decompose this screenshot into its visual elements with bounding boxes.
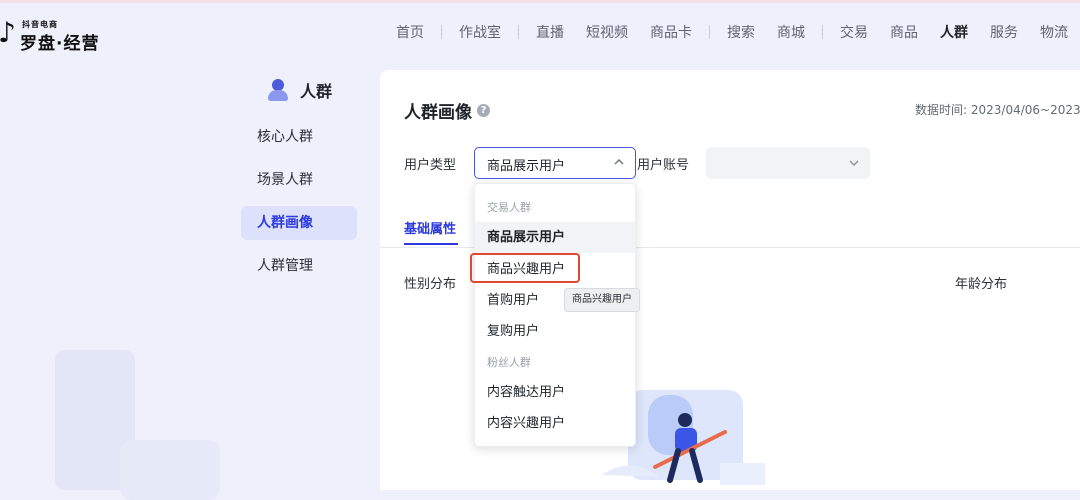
dropdown-option-content-reach-users[interactable]: 内容触达用户 (475, 377, 635, 408)
active-tab-indicator (404, 243, 458, 245)
sidebar-item-audience-management[interactable]: 人群管理 (241, 249, 357, 283)
nav-audience[interactable]: 人群 (929, 22, 979, 42)
gender-distribution-heading: 性别分布 (404, 277, 457, 292)
page-title-text: 人群画像 (404, 103, 472, 123)
person-icon (268, 79, 288, 101)
dropdown-group-fan-audience: 粉丝人群 (487, 356, 531, 369)
dropdown-option-product-exposure-users[interactable]: 商品展示用户 (475, 222, 635, 253)
nav-war-room[interactable]: 作战室 (448, 22, 512, 42)
nav-search[interactable]: 搜索 (716, 22, 766, 42)
user-account-select[interactable] (706, 147, 870, 179)
nav-divider (441, 24, 442, 39)
age-distribution-heading: 年龄分布 (955, 277, 1008, 292)
chevron-down-icon (849, 160, 859, 166)
nav-divider (822, 24, 823, 39)
nav-logistics[interactable]: 物流 (1029, 22, 1079, 42)
nav-trade[interactable]: 交易 (829, 22, 879, 42)
top-navigation-bar: ♪ 抖音电商 罗盘·经营 首页 作战室 直播 短视频 商品卡 搜索 商城 交易 … (0, 3, 1080, 60)
user-account-label: 用户账号 (637, 158, 690, 173)
annotation-highlight-box (470, 253, 580, 283)
page-title: 人群画像 ? (404, 98, 490, 123)
data-time: 数据时间: 2023/04/06~2023/ (915, 103, 1080, 117)
tab-basic-attributes[interactable]: 基础属性 (404, 218, 456, 237)
dropdown-option-repurchase-users[interactable]: 复购用户 (475, 316, 635, 347)
sidebar-title-text: 人群 (300, 82, 333, 101)
nav-service[interactable]: 服务 (979, 22, 1029, 42)
sidebar-item-scene-audience[interactable]: 场景人群 (241, 163, 357, 197)
logo[interactable]: ♪ 抖音电商 罗盘·经营 (0, 16, 110, 55)
nav-products[interactable]: 商品 (879, 22, 929, 42)
main-nav: 首页 作战室 直播 短视频 商品卡 搜索 商城 交易 商品 人群 服务 物流 (385, 3, 1079, 60)
dropdown-option-content-interest-users[interactable]: 内容兴趣用户 (475, 408, 635, 439)
user-type-label: 用户类型 (404, 158, 457, 173)
help-icon[interactable]: ? (477, 104, 490, 117)
option-tooltip: 商品兴趣用户 (564, 288, 640, 312)
user-type-select[interactable]: 商品展示用户 (474, 147, 636, 179)
chevron-up-icon (614, 159, 624, 165)
sidebar-item-core-audience[interactable]: 核心人群 (241, 120, 357, 154)
nav-divider (518, 24, 519, 39)
nav-mall[interactable]: 商城 (766, 22, 816, 42)
decorative-shape (120, 440, 220, 500)
logo-name: 罗盘·经营 (20, 34, 100, 54)
tiktok-note-icon: ♪ (0, 16, 16, 49)
nav-home[interactable]: 首页 (385, 22, 435, 42)
nav-divider (709, 24, 710, 39)
nav-live[interactable]: 直播 (525, 22, 575, 42)
user-type-dropdown-menu: 交易人群 商品展示用户 商品兴趣用户 首购用户 复购用户 粉丝人群 内容触达用户… (474, 183, 636, 447)
sidebar: 人群 核心人群 场景人群 人群画像 人群管理 (0, 60, 380, 500)
user-type-value: 商品展示用户 (487, 159, 566, 174)
nav-product-card[interactable]: 商品卡 (639, 22, 703, 42)
sidebar-title: 人群 (268, 78, 332, 102)
sidebar-item-audience-portrait[interactable]: 人群画像 (241, 206, 357, 240)
nav-short-video[interactable]: 短视频 (575, 22, 639, 42)
dropdown-group-trade-audience: 交易人群 (487, 201, 531, 214)
